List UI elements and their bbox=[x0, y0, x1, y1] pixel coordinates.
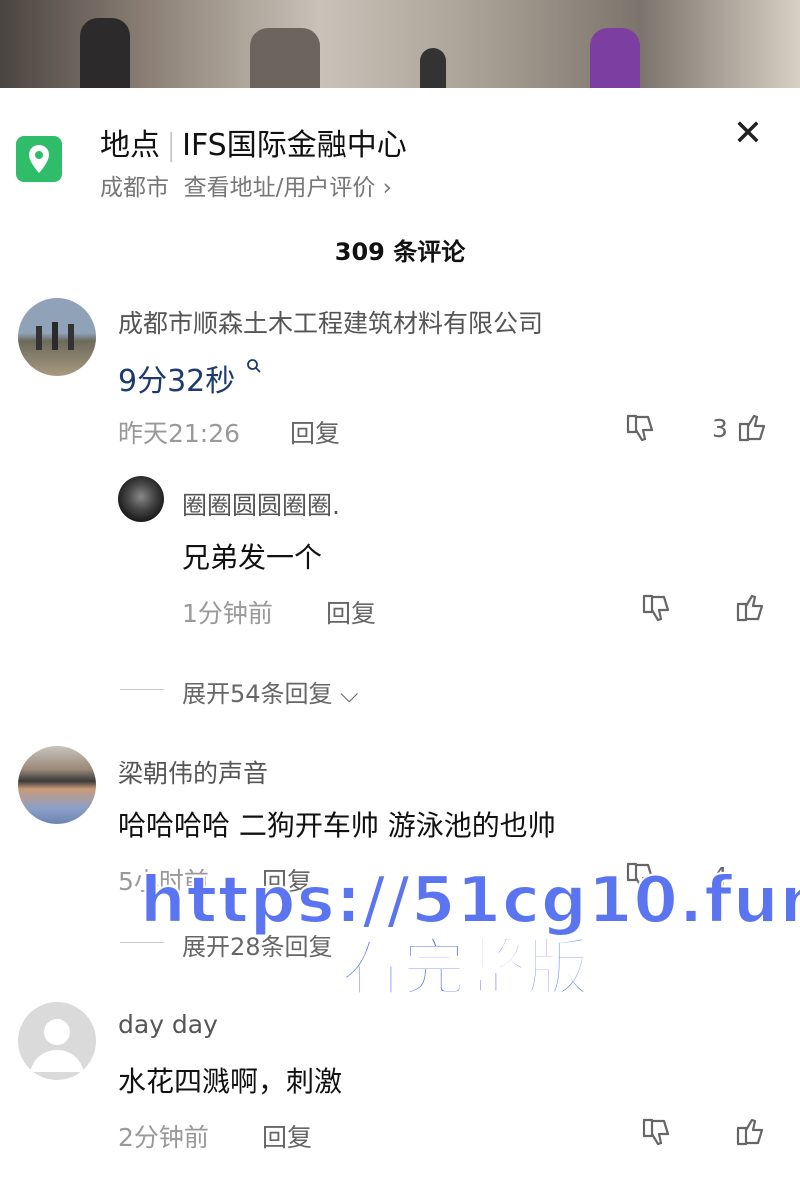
comment-text: 哈哈哈哈 二狗开车帅 游泳池的也帅 bbox=[118, 809, 556, 842]
dislike-icon[interactable] bbox=[640, 592, 674, 626]
like-icon[interactable] bbox=[734, 590, 768, 624]
like-icon[interactable] bbox=[736, 410, 770, 444]
divider bbox=[120, 689, 164, 690]
watermark-caption: 看完整版 bbox=[340, 931, 590, 1005]
comment-text: 9分32秒 bbox=[118, 364, 236, 399]
reply-button[interactable]: 回复 bbox=[326, 594, 376, 630]
location-title[interactable]: 地点 | IFS国际金融中心 bbox=[100, 120, 407, 164]
search-icon[interactable] bbox=[246, 358, 262, 374]
comment-text: 水花四溅啊，刺激 bbox=[118, 1065, 343, 1098]
avatar[interactable] bbox=[18, 298, 96, 376]
reply-user-name[interactable]: 圈圈圆圆圈圈. bbox=[182, 486, 340, 522]
dislike-icon[interactable] bbox=[624, 412, 658, 446]
location-subtitle[interactable]: 成都市 查看地址/用户评价 › bbox=[100, 168, 392, 202]
comment-user-name[interactable]: 成都市顺森土木工程建筑材料有限公司 bbox=[118, 304, 543, 340]
watermark-overlay: https://51cg10.fun 看完整版 bbox=[139, 864, 800, 1005]
comment-time: 昨天21:26 bbox=[118, 419, 241, 448]
like-count: 3 bbox=[712, 414, 728, 443]
comment-user-name[interactable]: 梁朝伟的声音 bbox=[118, 754, 268, 790]
comment-count: 309 条评论 bbox=[334, 238, 466, 266]
reply-button[interactable]: 回复 bbox=[290, 414, 340, 450]
reply-time: 1分钟前 bbox=[182, 599, 273, 628]
location-name: IFS国际金融中心 bbox=[182, 128, 407, 163]
dislike-icon[interactable] bbox=[640, 1116, 674, 1150]
location-address-link[interactable]: 查看地址/用户评价 › bbox=[184, 175, 392, 201]
comment-user-name[interactable]: day day bbox=[118, 1010, 218, 1039]
close-icon[interactable]: ✕ bbox=[730, 116, 766, 152]
watermark-url: https://51cg10.fun bbox=[139, 864, 800, 938]
avatar[interactable] bbox=[18, 746, 96, 824]
comment-time: 2分钟前 bbox=[118, 1123, 209, 1152]
avatar[interactable] bbox=[118, 476, 164, 522]
avatar[interactable] bbox=[18, 1002, 96, 1080]
expand-replies-button[interactable]: 展开54条回复 ⌵ bbox=[182, 674, 358, 709]
location-city: 成都市 bbox=[100, 175, 169, 201]
like-icon[interactable] bbox=[734, 1114, 768, 1148]
reply-button[interactable]: 回复 bbox=[262, 1118, 312, 1154]
video-thumbnail-strip bbox=[0, 0, 800, 88]
reply-text: 兄弟发一个 bbox=[182, 541, 323, 574]
location-pin-icon bbox=[16, 136, 62, 182]
